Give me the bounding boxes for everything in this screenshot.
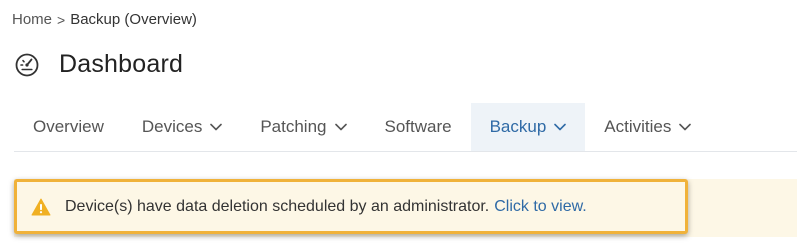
nav-tabs: Overview Devices Patching Software Backu… bbox=[14, 103, 797, 152]
breadcrumb-separator: > bbox=[57, 11, 66, 28]
alert-view-link[interactable]: Click to view. bbox=[494, 198, 586, 216]
tab-label: Patching bbox=[260, 117, 327, 136]
alert-message: Device(s) have data deletion scheduled b… bbox=[65, 197, 490, 215]
tab-label: Devices bbox=[141, 117, 203, 136]
tab-software[interactable]: Software bbox=[366, 103, 471, 151]
chevron-down-icon bbox=[210, 123, 223, 131]
tab-activities[interactable]: Activities bbox=[585, 103, 710, 151]
tab-overview[interactable]: Overview bbox=[14, 103, 123, 151]
tab-patching[interactable]: Patching bbox=[241, 103, 365, 151]
page-header: Dashboard bbox=[14, 50, 183, 79]
page-title: Dashboard bbox=[59, 50, 184, 78]
chevron-down-icon bbox=[679, 123, 692, 131]
tab-label: Software bbox=[384, 117, 452, 136]
tab-backup[interactable]: Backup bbox=[470, 103, 586, 151]
tab-label: Activities bbox=[604, 117, 672, 136]
alert-banner: Device(s) have data deletion scheduled b… bbox=[14, 179, 688, 234]
breadcrumb-home-link[interactable]: Home bbox=[12, 11, 52, 28]
breadcrumb-current: Backup (Overview) bbox=[70, 11, 197, 28]
tab-label: Overview bbox=[33, 117, 104, 136]
breadcrumb: Home > Backup (Overview) bbox=[12, 11, 197, 28]
tab-devices[interactable]: Devices bbox=[123, 103, 241, 151]
tab-label: Backup bbox=[489, 117, 547, 136]
chevron-down-icon bbox=[334, 123, 347, 131]
dashboard-gauge-icon bbox=[14, 52, 40, 78]
warning-icon bbox=[31, 198, 51, 216]
chevron-down-icon bbox=[554, 123, 567, 131]
